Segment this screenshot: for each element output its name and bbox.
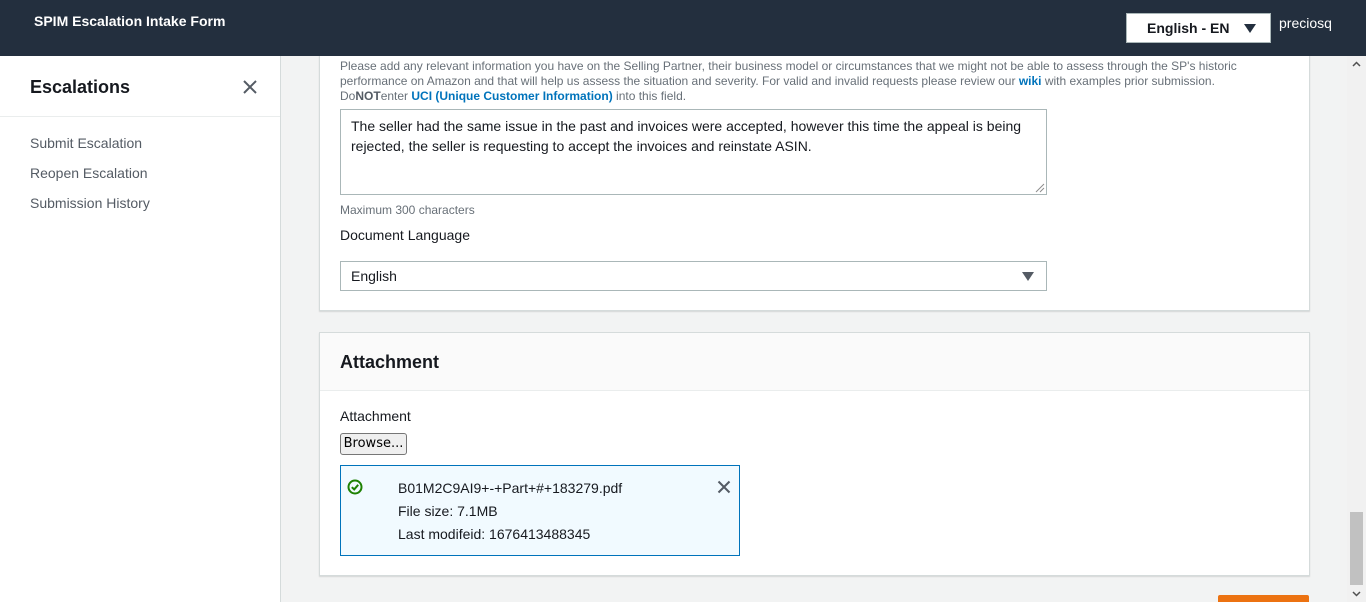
uci-link[interactable]: UCI (Unique Customer Information) <box>411 89 612 103</box>
file-name: B01M2C9AI9+-+Part+#+183279.pdf <box>398 480 623 496</box>
document-language-label: Document Language <box>340 227 470 243</box>
close-icon[interactable] <box>241 78 259 96</box>
close-icon[interactable] <box>717 480 731 494</box>
username[interactable]: preciosq <box>1279 15 1332 31</box>
field-description: Please add any relevant information you … <box>340 59 1260 104</box>
sidebar: Escalations Submit Escalation Reopen Esc… <box>0 56 281 602</box>
main-content: Please add any relevant information you … <box>281 56 1347 602</box>
sidebar-title: Escalations <box>30 77 131 97</box>
details-textarea[interactable]: The seller had the same issue in the pas… <box>340 109 1047 195</box>
max-characters-hint: Maximum 300 characters <box>340 203 475 217</box>
language-select-value: English - EN <box>1147 20 1230 36</box>
app-title: SPIM Escalation Intake Form <box>34 13 226 29</box>
chevron-up-icon[interactable] <box>1352 61 1361 67</box>
description-text: into this field. <box>612 89 687 103</box>
document-language-select[interactable]: English <box>340 261 1047 291</box>
document-language-value: English <box>351 268 397 284</box>
textarea-value: The seller had the same issue in the pas… <box>351 118 1022 154</box>
browse-button[interactable]: Browse... <box>340 433 407 455</box>
file-last-modified: Last modifeid: 1676413488345 <box>398 526 591 542</box>
chevron-down-icon[interactable] <box>1352 591 1361 597</box>
sidebar-item-submit-escalation[interactable]: Submit Escalation <box>0 133 280 163</box>
details-panel: Please add any relevant information you … <box>319 56 1310 311</box>
caret-down-icon <box>1244 24 1256 33</box>
attachment-panel: Attachment Attachment Browse... B01M2C9A… <box>319 332 1310 576</box>
sidebar-header: Escalations <box>0 56 280 117</box>
not-emphasis: NOT <box>355 89 381 103</box>
sidebar-nav: Submit Escalation Reopen Escalation Subm… <box>0 117 280 223</box>
sidebar-item-reopen-escalation[interactable]: Reopen Escalation <box>0 163 280 193</box>
file-size: File size: 7.1MB <box>398 503 498 519</box>
check-circle-icon <box>347 479 363 495</box>
description-text: with examples prior submission. <box>1041 74 1215 88</box>
language-select[interactable]: English - EN <box>1126 13 1271 43</box>
description-text: enter <box>380 89 412 103</box>
caret-down-icon <box>1022 272 1034 281</box>
attachment-section-title: Attachment <box>340 352 440 372</box>
scrollbar-thumb[interactable] <box>1350 512 1363 585</box>
description-text: Do <box>340 89 356 103</box>
wiki-link[interactable]: wiki <box>1019 74 1042 88</box>
top-navigation-bar: SPIM Escalation Intake Form English - EN… <box>0 0 1366 56</box>
submit-button[interactable] <box>1218 595 1309 602</box>
sidebar-item-submission-history[interactable]: Submission History <box>0 193 280 223</box>
scrollbar[interactable] <box>1347 56 1366 602</box>
attachment-panel-header: Attachment <box>320 333 1309 391</box>
resize-handle-icon[interactable] <box>1033 181 1045 193</box>
attached-file-card: B01M2C9AI9+-+Part+#+183279.pdf File size… <box>340 465 740 556</box>
attachment-field-label: Attachment <box>340 408 411 424</box>
